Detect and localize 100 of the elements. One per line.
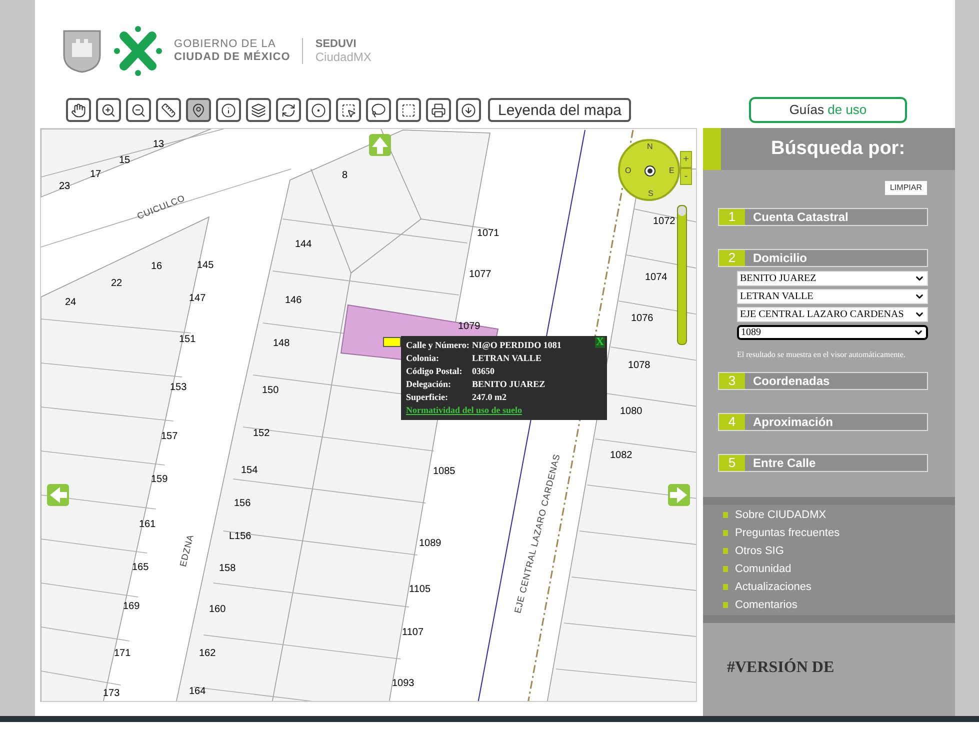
zoom-slider[interactable] xyxy=(677,205,687,345)
map-tool-button[interactable] xyxy=(336,98,361,122)
parcel-number: 158 xyxy=(219,564,236,574)
map-tool-button[interactable] xyxy=(96,98,121,122)
parcel-number: 144 xyxy=(295,240,312,250)
address-dropdown[interactable]: EJE CENTRAL LAZARO CARDENAS xyxy=(737,307,928,322)
parcel-number: 152 xyxy=(253,429,270,439)
parcel-number: 13 xyxy=(153,140,164,150)
print-icon xyxy=(431,102,446,118)
hint-text: El resultado se muestra en el visor automáticamente. xyxy=(737,349,906,361)
address-dropdown[interactable]: LETRAN VALLE xyxy=(737,289,928,304)
government-name-text: CIUDAD DE MÉXICO xyxy=(174,51,290,64)
zoom-step-button[interactable]: - xyxy=(680,168,692,185)
zoom-out-icon xyxy=(131,102,146,118)
section-number: 1 xyxy=(719,209,745,225)
map-tool-button[interactable] xyxy=(156,98,181,122)
parcel-number: 1078 xyxy=(628,361,650,371)
bullet-icon xyxy=(723,584,728,590)
section-number: 5 xyxy=(719,455,745,471)
clear-button[interactable]: LIMPIAR xyxy=(884,181,927,195)
parcel-number: 173 xyxy=(103,689,120,699)
search-section-header[interactable]: 3 Coordenadas xyxy=(718,372,928,390)
parcel-number: 1093 xyxy=(392,679,414,689)
field-value: 247.0 m2 xyxy=(472,391,506,404)
map-legend-button[interactable]: Leyenda del mapa xyxy=(488,98,632,122)
bullet-icon xyxy=(723,512,728,518)
parcel-number: 151 xyxy=(179,335,196,345)
parcel-number: 146 xyxy=(285,296,302,306)
field-value: BENITO JUAREZ xyxy=(472,378,546,391)
parcel-number: 22 xyxy=(111,279,122,289)
map-tool-button[interactable] xyxy=(126,98,151,122)
pin-icon xyxy=(191,102,206,118)
info-link[interactable]: Comentarios xyxy=(723,596,955,614)
bullet-icon xyxy=(723,566,728,572)
parcel-number: 1071 xyxy=(477,229,500,239)
panel-title: Búsqueda por: xyxy=(770,137,906,161)
info-link[interactable]: Preguntas frecuentes xyxy=(723,524,955,542)
info-link[interactable]: Sobre CIUDADMX xyxy=(723,506,955,524)
parcel-number: 1076 xyxy=(631,314,654,324)
map-tool-button[interactable] xyxy=(396,98,421,122)
parcel-number: 1107 xyxy=(402,628,424,638)
parcel-number: 147 xyxy=(189,294,206,304)
map-tool-button[interactable] xyxy=(306,98,331,122)
parcel-number: 1077 xyxy=(469,270,492,280)
map-tool-button[interactable] xyxy=(186,98,211,122)
zoom-step-button[interactable]: + xyxy=(680,151,692,168)
lasso-icon xyxy=(371,102,386,118)
compass-direction[interactable]: O xyxy=(625,167,632,175)
parcel-number: 1082 xyxy=(610,451,632,461)
product-name: CiudadMX xyxy=(315,51,372,64)
map-tool-button[interactable] xyxy=(366,98,391,122)
address-dropdown[interactable]: BENITO JUAREZ xyxy=(737,271,928,286)
land-use-link[interactable]: Normatividad del uso de suelo xyxy=(406,404,604,417)
location-marker-icon xyxy=(383,337,401,347)
address-dropdown[interactable]: 1089 xyxy=(737,325,928,340)
map-tool-button[interactable] xyxy=(216,98,241,122)
government-logo-icon xyxy=(114,26,162,76)
map-tool-button[interactable] xyxy=(456,98,481,122)
compass-direction[interactable]: N xyxy=(647,143,653,151)
field-label: Delegación: xyxy=(406,378,452,391)
parcel-number: 150 xyxy=(262,386,279,396)
parcel-number: 1074 xyxy=(645,273,668,283)
section-number: 3 xyxy=(719,373,745,389)
parcel-number: 1105 xyxy=(409,585,431,595)
map-tool-button[interactable] xyxy=(276,98,301,122)
government-name-text: GOBIERNO DE LA xyxy=(174,38,277,50)
map-tool-button[interactable] xyxy=(66,98,91,122)
compass-direction[interactable]: S xyxy=(648,190,654,198)
map-tool-button[interactable] xyxy=(426,98,451,122)
close-button[interactable]: X xyxy=(595,337,605,348)
download-icon xyxy=(461,102,476,118)
parcel-number: 153 xyxy=(170,383,187,393)
search-section-header[interactable]: 5 Entre Calle xyxy=(718,454,928,472)
usage-guides-button[interactable]: Guías de uso xyxy=(749,97,907,123)
compass-control[interactable]: N O E S xyxy=(618,139,680,201)
field-label: Calle y Número: xyxy=(406,339,470,352)
search-section-header[interactable]: 2 Domicilio xyxy=(718,249,928,267)
ruler-icon xyxy=(161,102,176,118)
zoom-slider-thumb[interactable] xyxy=(678,206,686,216)
field-value: NI@O PERDIDO 1081 xyxy=(472,339,562,352)
info-link[interactable]: Otros SIG xyxy=(723,542,955,560)
parcel-number: 164 xyxy=(189,687,206,697)
zoom-in-icon xyxy=(101,102,116,118)
hand-icon xyxy=(71,102,86,118)
parcel-number: 1080 xyxy=(620,407,642,417)
accent-bar xyxy=(703,128,721,170)
search-section-header[interactable]: 4 Aproximación xyxy=(718,413,928,431)
parcel-number: 1079 xyxy=(458,322,480,332)
parcel-number: 169 xyxy=(123,602,140,612)
compass-direction[interactable]: E xyxy=(669,167,674,175)
section-number: 4 xyxy=(719,414,745,430)
info-link[interactable]: Comunidad xyxy=(723,560,955,578)
version-heading: #VERSIÓN DE xyxy=(726,660,836,676)
compass-center-icon xyxy=(644,165,656,177)
parcel-number: 157 xyxy=(161,432,178,442)
search-section-header[interactable]: 1 Cuenta Catastral xyxy=(718,208,928,226)
street-name: EDZNA xyxy=(176,533,196,568)
info-icon xyxy=(221,102,236,118)
map-tool-button[interactable] xyxy=(246,98,271,122)
info-link[interactable]: Actualizaciones xyxy=(723,578,955,596)
